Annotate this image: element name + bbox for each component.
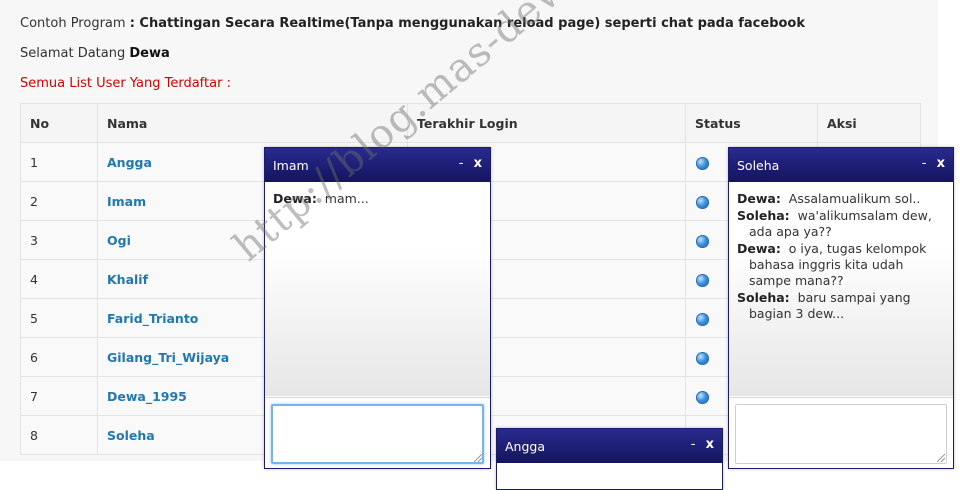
message-sender: Soleha: bbox=[737, 208, 790, 223]
message-sender: Dewa: bbox=[737, 241, 781, 256]
intro-title: Chattingan Secara Realtime(Tanpa menggun… bbox=[139, 16, 806, 31]
online-globe-icon[interactable] bbox=[696, 156, 709, 170]
chat-messages: Dewa: Assalamualikum sol.. Soleha: wa'al… bbox=[729, 183, 953, 396]
minimize-button[interactable]: - bbox=[459, 156, 464, 171]
welcome-user: Dewa bbox=[129, 46, 170, 61]
userlist-title: Semua List User Yang Terdaftar : bbox=[20, 76, 231, 91]
close-button[interactable]: x bbox=[937, 156, 945, 171]
intro-label: Contoh Program bbox=[20, 16, 126, 31]
close-button[interactable]: x bbox=[706, 437, 714, 452]
chat-title: Imam bbox=[273, 158, 309, 173]
cell-no: 6 bbox=[20, 337, 98, 377]
chat-title: Soleha bbox=[737, 158, 780, 173]
cell-no: 2 bbox=[20, 181, 98, 221]
cell-no: 1 bbox=[20, 142, 98, 182]
message-sender: Dewa: bbox=[737, 191, 781, 206]
chat-input-area bbox=[729, 397, 953, 468]
chat-message: Dewa: Assalamualikum sol.. bbox=[737, 191, 945, 207]
chat-window-angga: Angga - x bbox=[496, 428, 723, 490]
message-text: mam... bbox=[324, 191, 369, 206]
chat-input-area bbox=[265, 397, 490, 468]
online-globe-icon[interactable] bbox=[696, 195, 709, 209]
chat-message: Dewa: o iya, tugas kelompok bahasa inggr… bbox=[737, 241, 945, 289]
welcome-line: Selamat Datang Dewa bbox=[20, 46, 170, 61]
welcome-label: Selamat Datang bbox=[20, 46, 126, 61]
chat-header[interactable]: Soleha - x bbox=[729, 148, 953, 182]
message-sender: Soleha: bbox=[737, 290, 790, 305]
chat-input[interactable] bbox=[735, 404, 947, 464]
chat-window-imam: Imam - x Dewa: mam... bbox=[264, 147, 491, 469]
minimize-button[interactable]: - bbox=[922, 156, 927, 171]
header-nama: Nama bbox=[97, 103, 408, 143]
intro-line: Contoh Program : Chattingan Secara Realt… bbox=[20, 16, 805, 31]
online-globe-icon[interactable] bbox=[696, 273, 709, 287]
close-button[interactable]: x bbox=[474, 156, 482, 171]
chat-title: Angga bbox=[505, 439, 546, 454]
chat-header[interactable]: Angga - x bbox=[497, 429, 722, 463]
chat-window-soleha: Soleha - x Dewa: Assalamualikum sol.. So… bbox=[728, 147, 954, 469]
online-globe-icon[interactable] bbox=[696, 312, 709, 326]
header-status: Status bbox=[685, 103, 818, 143]
cell-no: 3 bbox=[20, 220, 98, 260]
chat-input[interactable] bbox=[271, 404, 484, 464]
header-no: No bbox=[20, 103, 98, 143]
chat-header[interactable]: Imam - x bbox=[265, 148, 490, 182]
online-globe-icon[interactable] bbox=[696, 390, 709, 404]
message-sender: Dewa: bbox=[273, 191, 317, 206]
chat-message: Dewa: mam... bbox=[273, 191, 482, 207]
online-globe-icon[interactable] bbox=[696, 234, 709, 248]
header-login: Terakhir Login bbox=[407, 103, 686, 143]
cell-no: 7 bbox=[20, 376, 98, 416]
table-header-row: No Nama Terakhir Login Status Aksi bbox=[20, 103, 921, 143]
cell-no: 8 bbox=[20, 415, 98, 455]
minimize-button[interactable]: - bbox=[691, 437, 696, 452]
chat-message: Soleha: wa'alikumsalam dew, ada apa ya?? bbox=[737, 208, 945, 240]
online-globe-icon[interactable] bbox=[696, 351, 709, 365]
message-text: Assalamualikum sol.. bbox=[788, 191, 921, 206]
cell-no: 4 bbox=[20, 259, 98, 299]
chat-messages: Dewa: mam... bbox=[265, 183, 490, 396]
cell-no: 5 bbox=[20, 298, 98, 338]
header-aksi: Aksi bbox=[817, 103, 921, 143]
chat-message: Soleha: baru sampai yang bagian 3 dew... bbox=[737, 290, 945, 322]
intro-separator: : bbox=[129, 16, 135, 31]
